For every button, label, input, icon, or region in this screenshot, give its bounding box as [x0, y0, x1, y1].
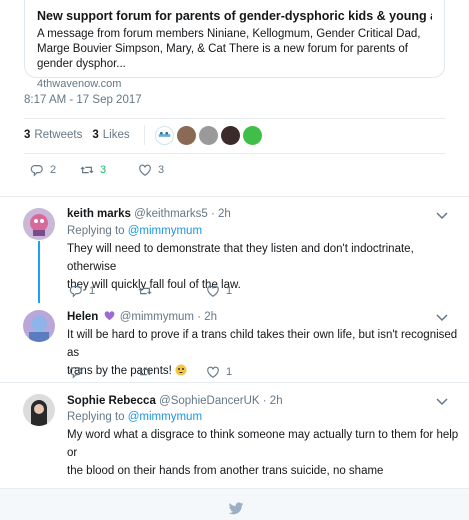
tweet-header: keith marks @keithmarks5 · 2h	[67, 208, 231, 220]
chevron-down-icon[interactable]	[436, 398, 448, 406]
handle[interactable]: @keithmarks5	[134, 208, 208, 220]
heart-icon	[207, 366, 219, 378]
heart-icon	[139, 164, 151, 176]
reply-actions: 1	[69, 365, 232, 379]
section-divider	[0, 196, 469, 197]
tweet-timestamp[interactable]: 8:17 AM - 17 Sep 2017	[24, 94, 142, 106]
tweet-time[interactable]: · 2h	[197, 311, 217, 323]
replying-to: Replying to @mimmymum	[67, 411, 203, 423]
tweet-header: Helen @mimmymum · 2h	[67, 311, 217, 323]
card-title: New support forum for parents of gender-…	[37, 9, 432, 23]
display-name[interactable]: Sophie Rebecca	[67, 395, 156, 407]
card-description: A message from forum members Niniane, Ke…	[37, 28, 421, 70]
link-preview-card[interactable]: New support forum for parents of gender-…	[24, 0, 445, 90]
retweet-icon	[138, 368, 152, 376]
twitter-bird-icon[interactable]	[228, 502, 244, 516]
avatar[interactable]	[23, 208, 55, 240]
section-divider	[0, 382, 469, 383]
liker-avatars	[154, 125, 262, 145]
retweet-action[interactable]: 3	[80, 163, 138, 177]
chevron-down-icon[interactable]	[436, 314, 448, 322]
tweet-stats: 3 Retweets 3 Likes	[24, 124, 262, 146]
reply-icon	[69, 367, 82, 379]
purple-heart-emoji	[104, 311, 114, 321]
stats-separator	[143, 125, 145, 145]
divider	[24, 118, 445, 119]
handle[interactable]: @mimmymum	[120, 311, 194, 323]
mention-link[interactable]: @mimmymum	[128, 411, 202, 423]
display-name[interactable]: Helen	[67, 311, 98, 323]
likes-stat[interactable]: 3 Likes	[92, 129, 129, 141]
divider	[24, 153, 445, 154]
like-action[interactable]: 3	[138, 163, 164, 177]
tweet-header: Sophie Rebecca @SophieDancerUK · 2h	[67, 395, 283, 407]
tweet-time[interactable]: · 2h	[263, 395, 283, 407]
reply-icon	[69, 286, 82, 298]
avatar[interactable]	[23, 310, 55, 342]
handle[interactable]: @SophieDancerUK	[159, 395, 260, 407]
reply-actions: 1 1	[69, 284, 232, 298]
heart-icon	[207, 285, 219, 297]
like-action[interactable]: 1	[206, 284, 232, 298]
main-tweet-actions: 2 3 3	[30, 163, 164, 177]
retweet-icon	[138, 287, 152, 295]
liker-avatar[interactable]	[176, 125, 196, 145]
reply-action[interactable]: 1	[69, 284, 138, 298]
thread-connector	[38, 241, 40, 303]
liker-avatar[interactable]	[242, 125, 262, 145]
reply-action[interactable]	[69, 365, 138, 379]
mention-link[interactable]: @mimmymum	[128, 225, 202, 237]
retweet-action[interactable]	[138, 365, 206, 379]
retweets-stat[interactable]: 3 Retweets	[24, 129, 82, 141]
liker-avatar[interactable]	[154, 125, 174, 145]
tweet-time[interactable]: · 2h	[211, 208, 231, 220]
reply-action[interactable]: 2	[30, 163, 80, 177]
display-name[interactable]: keith marks	[67, 208, 131, 220]
liker-avatar[interactable]	[198, 125, 218, 145]
liker-avatar[interactable]	[220, 125, 240, 145]
like-action[interactable]: 1	[206, 365, 232, 379]
avatar[interactable]	[23, 394, 55, 426]
retweet-icon	[80, 166, 94, 174]
chevron-down-icon[interactable]	[436, 212, 448, 220]
tweet-text: My word what a disgrace to think someone…	[67, 429, 459, 477]
retweet-action[interactable]	[138, 284, 206, 298]
card-domain: 4thwavenow.com	[37, 78, 122, 90]
reply-icon	[30, 165, 43, 177]
replying-to: Replying to @mimmymum	[67, 225, 203, 237]
